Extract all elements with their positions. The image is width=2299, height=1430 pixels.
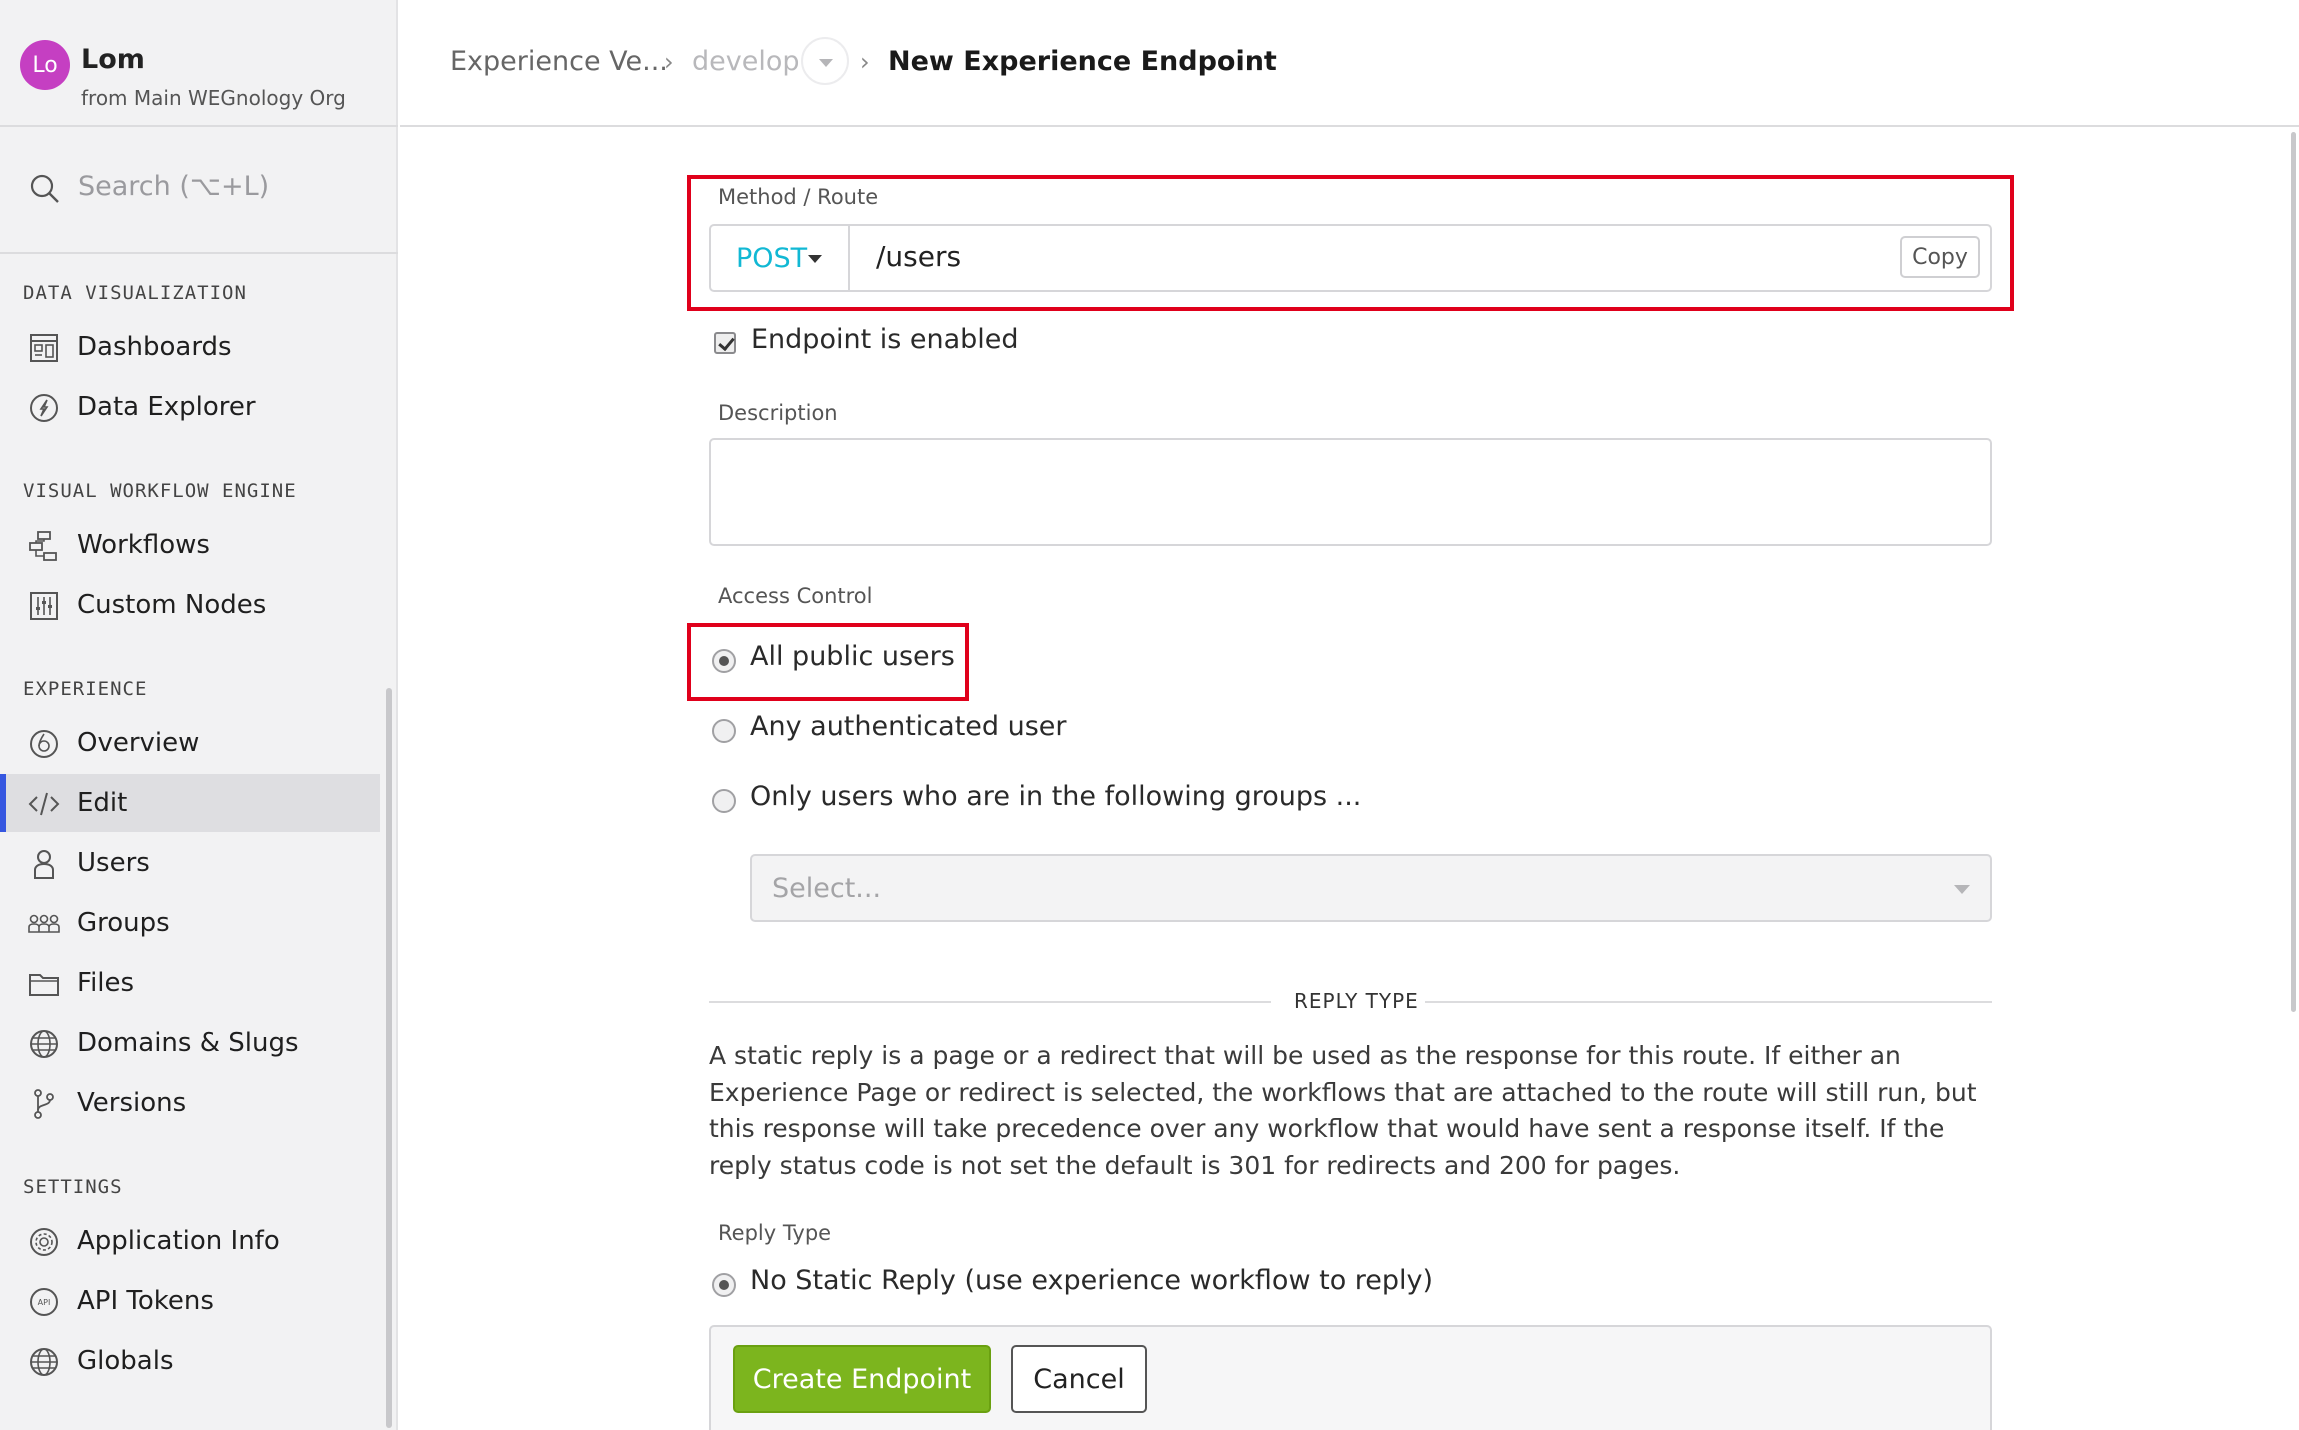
reply-type-heading: REPLY TYPE bbox=[1294, 989, 1419, 1013]
breadcrumb-separator: › bbox=[860, 48, 870, 76]
user-name: Lom bbox=[81, 44, 145, 75]
search-box[interactable]: Search (⌥+L) bbox=[0, 127, 398, 254]
section-title-data-visualization: DATA VISUALIZATION bbox=[23, 282, 247, 304]
folder-icon bbox=[29, 974, 59, 996]
method-select[interactable]: POST bbox=[711, 226, 850, 290]
workflow-icon bbox=[29, 531, 57, 561]
groups-icon bbox=[28, 914, 60, 933]
user-profile[interactable]: Lo Lom from Main WEGnology Org bbox=[0, 0, 398, 127]
sidebar-scrollbar[interactable] bbox=[386, 688, 392, 1428]
svg-text:API: API bbox=[38, 1298, 51, 1307]
radio-no-static-reply[interactable] bbox=[712, 1273, 736, 1297]
sidebar-item-users[interactable]: Users bbox=[0, 834, 380, 892]
access-control-label: Access Control bbox=[718, 584, 873, 608]
description-label: Description bbox=[718, 401, 838, 425]
sidebar-item-label: Domains & Slugs bbox=[77, 1028, 299, 1058]
caret-down-icon bbox=[808, 255, 822, 263]
search-placeholder: Search (⌥+L) bbox=[78, 171, 270, 202]
breadcrumb-experience-version[interactable]: Experience Ve... bbox=[450, 46, 668, 77]
search-icon bbox=[30, 174, 59, 203]
sidebar-item-label: Groups bbox=[77, 908, 170, 938]
sidebar-item-label: Application Info bbox=[77, 1226, 280, 1256]
create-endpoint-button[interactable]: Create Endpoint bbox=[733, 1345, 991, 1413]
sidebar-item-label: Globals bbox=[77, 1346, 174, 1376]
sidebar-item-domains-slugs[interactable]: Domains & Slugs bbox=[0, 1014, 380, 1072]
user-icon bbox=[34, 850, 54, 879]
sidebar-item-label: Users bbox=[77, 848, 150, 878]
option-no-static-reply: No Static Reply (use experience workflow… bbox=[750, 1265, 1434, 1296]
page-title: New Experience Endpoint bbox=[888, 46, 1277, 77]
sidebar-item-label: Overview bbox=[77, 728, 200, 758]
endpoint-enabled-checkbox[interactable] bbox=[714, 332, 736, 354]
sidebar-item-overview[interactable]: Overview bbox=[0, 714, 380, 772]
sidebar-item-custom-nodes[interactable]: Custom Nodes bbox=[0, 576, 380, 634]
sidebar-item-groups[interactable]: Groups bbox=[0, 894, 380, 952]
sidebar-item-versions[interactable]: Versions bbox=[0, 1074, 380, 1132]
radio-all-public-users[interactable] bbox=[712, 649, 736, 673]
breadcrumb-separator: › bbox=[664, 48, 674, 76]
code-icon bbox=[28, 792, 60, 816]
description-textarea[interactable] bbox=[709, 438, 1992, 546]
breadcrumb-version-develop[interactable]: develop bbox=[692, 46, 800, 77]
option-all-public-users: All public users bbox=[750, 641, 955, 672]
api-token-icon: API bbox=[30, 1288, 58, 1316]
method-route-label: Method / Route bbox=[718, 185, 879, 209]
sidebar-item-label: Versions bbox=[77, 1088, 187, 1118]
reply-type-label: Reply Type bbox=[718, 1221, 832, 1245]
radio-specific-groups[interactable] bbox=[712, 789, 736, 813]
method-value: POST bbox=[736, 242, 808, 274]
cancel-button[interactable]: Cancel bbox=[1011, 1345, 1147, 1413]
globe-icon bbox=[30, 1030, 58, 1058]
sidebar-item-label: Dashboards bbox=[77, 332, 232, 362]
form-actions: Create Endpoint Cancel bbox=[709, 1325, 1992, 1430]
sidebar-item-label: Data Explorer bbox=[77, 392, 256, 422]
groups-select[interactable]: Select... bbox=[750, 854, 1992, 922]
dashboard-icon bbox=[30, 334, 58, 362]
chevron-down-icon bbox=[1954, 885, 1970, 894]
divider bbox=[1425, 1001, 1992, 1003]
sidebar-item-label: Workflows bbox=[77, 530, 210, 560]
section-title-experience: EXPERIENCE bbox=[23, 678, 148, 700]
reply-type-help: A static reply is a page or a redirect t… bbox=[709, 1041, 1977, 1180]
sidebar: Lo Lom from Main WEGnology Org Search (⌥… bbox=[0, 0, 398, 1430]
branch-icon bbox=[34, 1089, 54, 1119]
sidebar-item-data-explorer[interactable]: Data Explorer bbox=[0, 378, 380, 436]
method-route-row: POST /users Copy bbox=[709, 224, 1992, 292]
section-title-settings: SETTINGS bbox=[23, 1176, 123, 1198]
sidebar-item-label: API Tokens bbox=[77, 1286, 214, 1316]
section-title-visual-workflow-engine: VISUAL WORKFLOW ENGINE bbox=[23, 480, 297, 502]
sidebar-item-label: Edit bbox=[77, 788, 128, 818]
compass-icon bbox=[30, 394, 58, 422]
avatar[interactable]: Lo bbox=[20, 40, 70, 90]
sidebar-item-api-tokens[interactable]: API API Tokens bbox=[0, 1272, 380, 1330]
sidebar-item-globals[interactable]: Globals bbox=[0, 1332, 380, 1390]
overview-icon bbox=[30, 730, 58, 758]
sidebar-item-label: Custom Nodes bbox=[77, 590, 267, 620]
radio-any-authenticated-user[interactable] bbox=[712, 719, 736, 743]
version-dropdown-button[interactable] bbox=[801, 37, 849, 85]
option-specific-groups: Only users who are in the following grou… bbox=[750, 781, 1362, 812]
copy-button[interactable]: Copy bbox=[1900, 236, 1980, 278]
user-org: from Main WEGnology Org bbox=[81, 86, 346, 110]
divider bbox=[709, 1001, 1271, 1003]
page-header: Experience Ve... › develop › New Experie… bbox=[400, 0, 2299, 127]
sliders-icon bbox=[30, 592, 58, 620]
sidebar-item-edit[interactable]: Edit bbox=[0, 774, 380, 832]
endpoint-form: Method / Route POST /users Copy Endpoint… bbox=[400, 129, 2299, 1430]
globe-icon bbox=[30, 1348, 58, 1376]
sidebar-item-label: Files bbox=[77, 968, 135, 998]
main-scrollbar[interactable] bbox=[2291, 132, 2296, 1012]
gear-icon bbox=[30, 1228, 58, 1256]
sidebar-item-dashboards[interactable]: Dashboards bbox=[0, 318, 380, 376]
option-any-authenticated-user: Any authenticated user bbox=[750, 711, 1067, 742]
sidebar-item-workflows[interactable]: Workflows bbox=[0, 516, 380, 574]
endpoint-enabled-label: Endpoint is enabled bbox=[751, 324, 1019, 355]
groups-select-placeholder: Select... bbox=[772, 873, 882, 904]
sidebar-item-files[interactable]: Files bbox=[0, 954, 380, 1012]
route-input[interactable]: /users bbox=[876, 240, 961, 273]
sidebar-item-application-info[interactable]: Application Info bbox=[0, 1212, 380, 1270]
